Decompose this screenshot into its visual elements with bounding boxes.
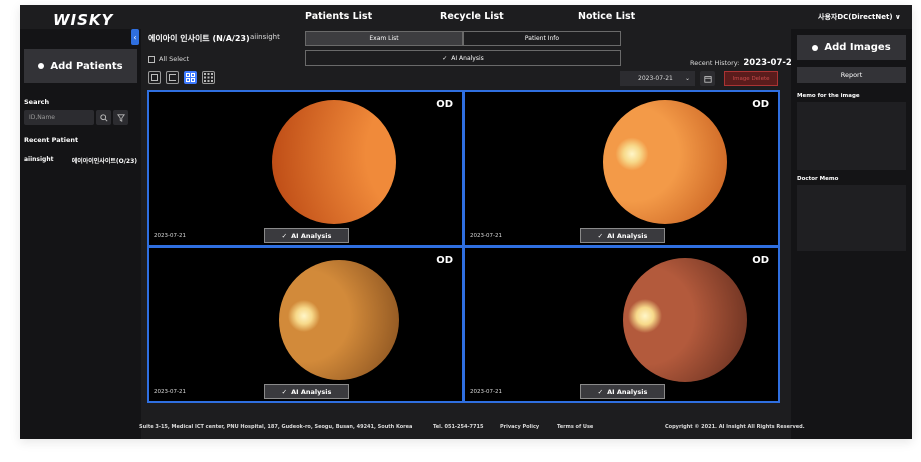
ai-analysis-button[interactable]: ✓ AI Analysis [264, 228, 349, 243]
nav-notice-list[interactable]: Notice List [578, 11, 635, 22]
add-images-label: Add Images [824, 42, 891, 53]
image-date: 2023-07-21 [154, 233, 186, 239]
check-icon: ✓ [597, 387, 604, 396]
fundus-image [279, 260, 399, 380]
all-select[interactable]: All Select [148, 55, 189, 63]
fundus-image [603, 100, 727, 224]
user-menu[interactable]: 사용자DC(DirectNet) ∨ [818, 12, 901, 22]
date-select-value: 2023-07-21 [638, 75, 673, 82]
privacy-policy-link[interactable]: Privacy Policy [500, 424, 539, 430]
ai-analysis-button[interactable]: ✓ AI Analysis [264, 384, 349, 399]
image-date: 2023-07-21 [470, 233, 502, 239]
chevron-down-icon: ⌄ [684, 75, 690, 82]
doctor-memo-input[interactable] [797, 185, 906, 251]
tab-exam-list[interactable]: Exam List [305, 31, 463, 46]
terms-of-use-link[interactable]: Terms of Use [557, 424, 593, 430]
check-icon: ✓ [597, 231, 604, 240]
nav-patients-list[interactable]: Patients List [305, 11, 372, 22]
recent-history: Recent History: 2023-07-21 [690, 58, 798, 68]
footer-address: Suite 3-15, Medical ICT center, PNU Hosp… [139, 424, 413, 430]
left-sidebar: Add Patients Search ID,Name Recent Patie… [20, 29, 141, 439]
recent-history-date: 2023-07-21 [743, 58, 798, 68]
eye-label: OD [436, 99, 453, 110]
right-panel: Add Images Report Memo for the image Doc… [791, 29, 912, 439]
user-name: 사용자DC(DirectNet) [818, 13, 893, 21]
single-view-icon[interactable] [148, 71, 161, 84]
sidebar-collapse-button[interactable]: ‹ [131, 29, 139, 45]
add-images-button[interactable]: Add Images [797, 35, 906, 60]
all-select-label: All Select [159, 55, 190, 63]
footer-tel: Tel. 051-254-7715 [433, 424, 484, 430]
ai-analysis-button[interactable]: ✓ AI Analysis [580, 384, 665, 399]
recent-patient-id: aiinsight [24, 156, 54, 163]
memo-image-label: Memo for the image [797, 93, 860, 99]
date-select[interactable]: 2023-07-21 ⌄ [620, 71, 695, 86]
recent-patient-name: 에이아이인사이트(O/23) [71, 158, 137, 165]
filter-icon[interactable] [113, 110, 128, 125]
ai-analysis-button[interactable]: ✓ AI Analysis [580, 228, 665, 243]
search-input[interactable]: ID,Name [24, 110, 94, 125]
eye-label: OD [436, 255, 453, 266]
report-button[interactable]: Report [797, 67, 906, 83]
nav-recycle-list[interactable]: Recycle List [440, 11, 504, 22]
doctor-memo-label: Doctor Memo [797, 176, 839, 182]
app-window: WISKY Patients List Recycle List Notice … [20, 5, 912, 439]
two-view-icon[interactable] [166, 71, 179, 84]
memo-image-input[interactable] [797, 102, 906, 170]
check-icon: ✓ [442, 54, 448, 62]
check-icon: ✓ [281, 387, 288, 396]
calendar-icon[interactable] [700, 71, 715, 86]
add-patients-button[interactable]: Add Patients [24, 49, 137, 83]
fundus-image-panel[interactable]: OD 2023-07-21 ✓ AI Analysis [147, 90, 464, 247]
recent-history-label: Recent History: [690, 59, 740, 67]
image-delete-button[interactable]: Image Delete [724, 71, 778, 86]
fundus-image [272, 100, 396, 224]
fundus-image-panel[interactable]: OD 2023-07-21 ✓ AI Analysis [147, 246, 464, 403]
patient-id: aiinsight [250, 33, 280, 41]
patient-title: 에이아이 인사이트 (N/A/23) [148, 34, 250, 43]
grid-2x2-icon[interactable] [184, 71, 197, 84]
footer-copyright: Copyright © 2021. AI Insight All Rights … [665, 424, 805, 430]
fundus-image [623, 258, 747, 382]
eye-label: OD [752, 255, 769, 266]
ai-analysis-label: AI Analysis [607, 231, 648, 240]
check-icon: ✓ [281, 231, 288, 240]
ai-analysis-label: AI Analysis [607, 387, 648, 396]
view-mode-group [148, 71, 215, 84]
fundus-image-panel[interactable]: OD 2023-07-21 ✓ AI Analysis [463, 90, 780, 247]
wisky-logo: WISKY [53, 11, 114, 29]
ai-analysis-label: AI Analysis [291, 231, 332, 240]
ai-analysis-toggle-label: AI Analysis [451, 54, 484, 62]
image-date: 2023-07-21 [154, 389, 186, 395]
image-date: 2023-07-21 [470, 389, 502, 395]
search-icon[interactable] [96, 110, 111, 125]
plus-icon [812, 44, 819, 51]
recent-patient-item[interactable]: aiinsight 에이아이인사이트(O/23) [24, 156, 137, 165]
ai-analysis-label: AI Analysis [291, 387, 332, 396]
search-label: Search [24, 98, 50, 106]
grid-3x3-icon[interactable] [202, 71, 215, 84]
plus-icon [38, 63, 45, 69]
ai-analysis-toggle[interactable]: ✓ AI Analysis [305, 50, 621, 66]
recent-patient-label: Recent Patient [24, 136, 79, 144]
checkbox-icon[interactable] [148, 55, 155, 63]
fundus-image-panel[interactable]: OD 2023-07-21 ✓ AI Analysis [463, 246, 780, 403]
eye-label: OD [752, 99, 769, 110]
add-patients-label: Add Patients [50, 60, 123, 72]
tab-patient-info[interactable]: Patient Info [463, 31, 621, 46]
chevron-down-icon: ∨ [892, 13, 901, 21]
